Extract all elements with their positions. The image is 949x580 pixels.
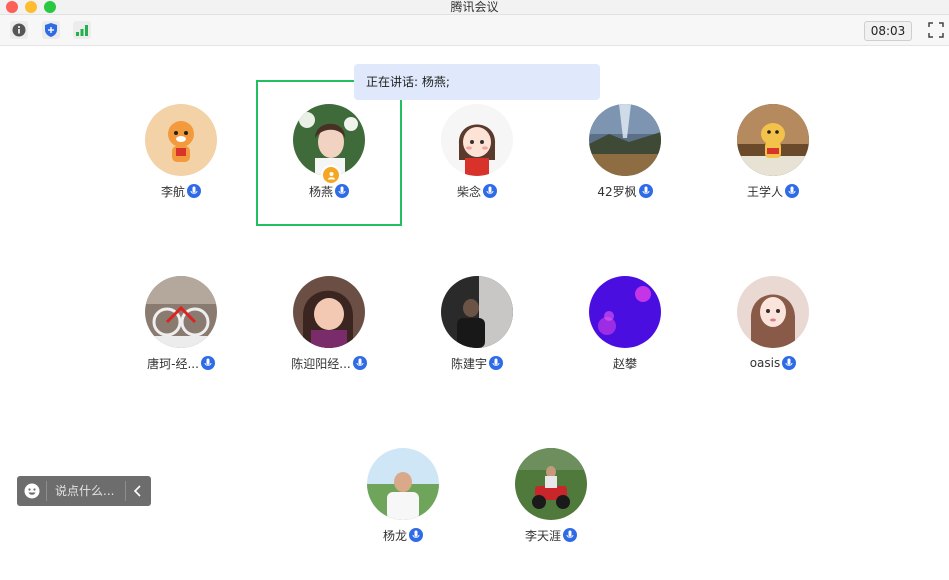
participant-name-row: 陈建宇 [403, 355, 551, 371]
avatar [589, 276, 661, 348]
participant-name-row: 柴念 [403, 183, 551, 199]
signal-icon [76, 25, 88, 36]
info-icon [12, 23, 26, 37]
shield-icon [45, 23, 57, 37]
participant-name-row: 李航 [107, 183, 255, 199]
participant-name: 李天涯 [524, 528, 561, 543]
participant-name: 李航 [160, 184, 185, 199]
participant-tile[interactable]: 陈建宇 [403, 264, 551, 394]
security-button[interactable] [42, 21, 60, 39]
divider [125, 481, 126, 501]
divider [46, 481, 47, 501]
microphone-icon[interactable] [489, 356, 503, 370]
microphone-icon[interactable] [638, 184, 653, 198]
microphone-icon[interactable] [335, 184, 349, 198]
participant-name: 42罗枫 [597, 184, 637, 199]
avatar [145, 276, 217, 348]
participant-tile[interactable]: 李天涯 [477, 436, 625, 566]
chat-input[interactable]: 说点什么... [55, 476, 114, 506]
microphone-icon[interactable] [785, 184, 799, 198]
participant-name-row: 王学人 [699, 183, 847, 199]
chat-input-bar[interactable]: 说点什么... [17, 476, 151, 506]
fullscreen-icon [928, 22, 944, 38]
participant-name-row: 42罗枫 [551, 183, 699, 199]
participant-name-row: 杨燕 [255, 183, 403, 199]
participant-name-row: oasis [699, 355, 847, 371]
avatar [589, 104, 661, 176]
network-status-button[interactable] [73, 21, 91, 39]
participant-tile[interactable]: 李航 [107, 92, 255, 222]
info-button[interactable] [10, 21, 28, 39]
avatar [367, 448, 439, 520]
microphone-icon[interactable] [483, 184, 497, 198]
microphone-icon[interactable] [352, 356, 367, 370]
participant-name: 柴念 [456, 184, 481, 199]
microphone-icon[interactable] [563, 528, 577, 542]
host-icon [327, 171, 335, 179]
avatar [441, 104, 513, 176]
participant-tile[interactable]: 唐珂-经... [107, 264, 255, 394]
participant-name-row: 陈迎阳经... [255, 355, 403, 371]
avatar [737, 276, 809, 348]
participant-name: 杨燕 [308, 184, 333, 199]
participant-name: 赵攀 [612, 356, 637, 371]
microphone-icon[interactable] [409, 528, 423, 542]
participant-tile[interactable]: 陈迎阳经... [255, 264, 403, 394]
meeting-timer: 08:03 [864, 21, 912, 41]
participant-name: 陈迎阳经... [291, 356, 351, 371]
participant-tile[interactable]: oasis [699, 264, 847, 394]
participant-name: 唐珂-经... [147, 356, 199, 371]
title-bar: 腾讯会议 [0, 0, 949, 15]
avatar [515, 448, 587, 520]
window-title: 腾讯会议 [450, 0, 499, 14]
participant-name: 杨龙 [382, 528, 407, 543]
participant-name: 王学人 [746, 184, 783, 199]
avatar [293, 276, 365, 348]
fullscreen-button[interactable] [928, 22, 944, 38]
participant-name-row: 李天涯 [477, 527, 625, 543]
participant-name-row: 唐珂-经... [107, 355, 255, 371]
microphone-icon[interactable] [782, 356, 797, 370]
microphone-icon[interactable] [200, 356, 215, 370]
emoji-icon[interactable] [24, 483, 40, 499]
avatar [737, 104, 809, 176]
avatar [145, 104, 217, 176]
participant-tile-active[interactable]: 杨燕 [255, 92, 403, 222]
chevron-left-icon[interactable] [131, 484, 145, 498]
participant-tile[interactable]: 赵攀 [551, 264, 699, 394]
participant-name-row: 赵攀 [551, 355, 699, 371]
participant-tile[interactable]: 柴念 [403, 92, 551, 222]
participant-tile[interactable]: 42罗枫 [551, 92, 699, 222]
participant-name-row: 杨龙 [329, 527, 477, 543]
participant-name: oasis [749, 356, 781, 370]
microphone-icon[interactable] [187, 184, 201, 198]
participant-tile[interactable]: 王学人 [699, 92, 847, 222]
avatar [441, 276, 513, 348]
participant-name: 陈建宇 [450, 356, 487, 371]
toolbar: 08:03 [0, 15, 949, 46]
participant-tile[interactable]: 杨龙 [329, 436, 477, 566]
